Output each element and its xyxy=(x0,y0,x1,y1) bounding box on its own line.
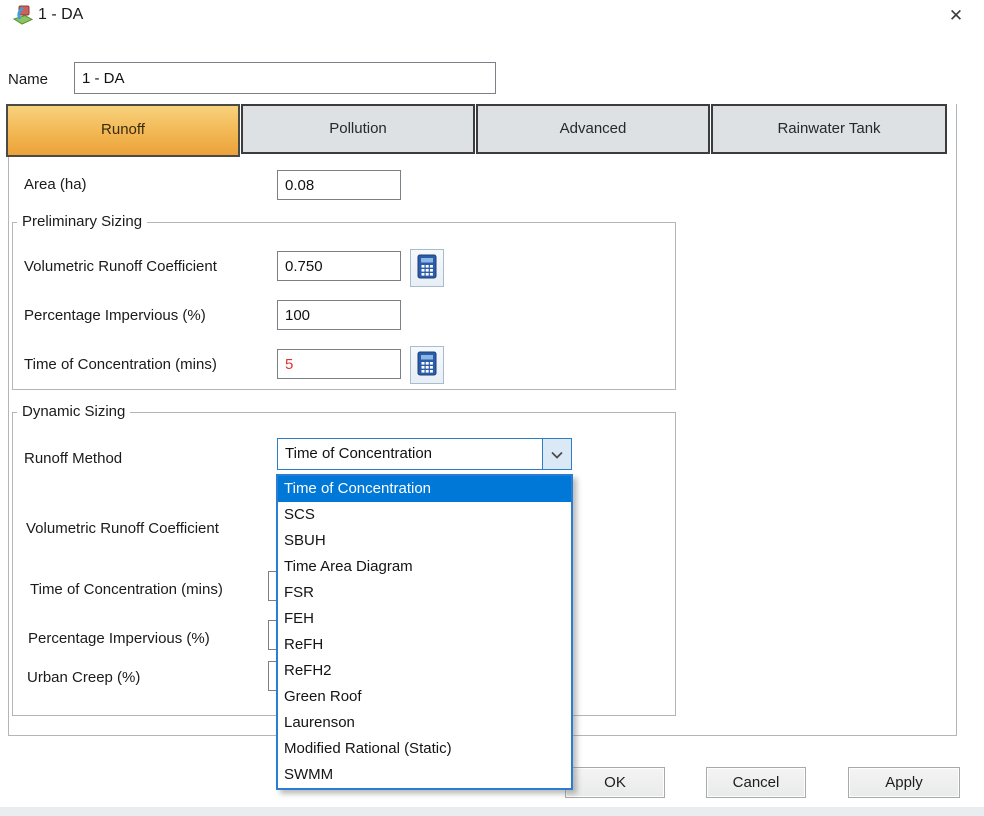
dropdown-option[interactable]: Laurenson xyxy=(278,710,571,736)
runoff-method-selected-value: Time of Concentration xyxy=(285,445,433,462)
dynamic-sizing-legend: Dynamic Sizing xyxy=(17,403,131,420)
urban-creep-label: Urban Creep (%) xyxy=(27,669,141,686)
dropdown-option[interactable]: SCS xyxy=(278,502,571,528)
time-of-concentration-input[interactable] xyxy=(277,349,401,379)
tab-advanced[interactable]: Advanced xyxy=(476,104,710,154)
tab-rainwater-tank[interactable]: Rainwater Tank xyxy=(711,104,947,154)
area-input[interactable] xyxy=(277,170,401,200)
cancel-button[interactable]: Cancel xyxy=(706,767,806,798)
name-input[interactable] xyxy=(74,62,496,94)
dropdown-option[interactable]: SWMM xyxy=(278,762,571,788)
dynamic-time-of-concentration-label: Time of Concentration (mins) xyxy=(30,581,223,598)
name-label: Name xyxy=(8,71,49,88)
time-of-concentration-label: Time of Concentration (mins) xyxy=(24,356,217,373)
dialog-window: { "window": { "title": "1 - DA", "close_… xyxy=(0,0,984,816)
dynamic-percentage-impervious-label: Percentage Impervious (%) xyxy=(28,630,210,647)
calculator-icon xyxy=(417,254,437,283)
combobox-dropdown-button[interactable] xyxy=(542,439,571,469)
preliminary-sizing-legend: Preliminary Sizing xyxy=(17,213,148,230)
percentage-impervious-label: Percentage Impervious (%) xyxy=(24,307,206,324)
window-bottom-edge xyxy=(0,807,984,816)
tab-runoff[interactable]: Runoff xyxy=(6,104,240,157)
chevron-down-icon xyxy=(551,446,563,463)
percentage-impervious-input[interactable] xyxy=(277,300,401,330)
ok-button[interactable]: OK xyxy=(565,767,665,798)
dropdown-option[interactable]: Time Area Diagram xyxy=(278,554,571,580)
dropdown-option[interactable]: Modified Rational (Static) xyxy=(278,736,571,762)
dropdown-option[interactable]: Time of Concentration xyxy=(278,476,571,502)
dropdown-option[interactable]: FEH xyxy=(278,606,571,632)
calculator-icon xyxy=(417,351,437,380)
dropdown-option[interactable]: ReFH2 xyxy=(278,658,571,684)
calculator-button[interactable] xyxy=(410,346,444,384)
dropdown-option[interactable]: ReFH xyxy=(278,632,571,658)
app-icon xyxy=(12,5,34,27)
runoff-method-combobox[interactable]: Time of Concentration xyxy=(277,438,572,470)
apply-button[interactable]: Apply xyxy=(848,767,960,798)
tab-pollution[interactable]: Pollution xyxy=(241,104,475,154)
dropdown-option[interactable]: Green Roof xyxy=(278,684,571,710)
runoff-method-label: Runoff Method xyxy=(24,450,123,467)
dynamic-volumetric-runoff-coefficient-label: Volumetric Runoff Coefficient xyxy=(26,520,219,537)
area-label: Area (ha) xyxy=(24,176,87,193)
volumetric-runoff-coefficient-input[interactable] xyxy=(277,251,401,281)
runoff-method-dropdown-list: Time of Concentration SCS SBUH Time Area… xyxy=(276,474,573,790)
calculator-button[interactable] xyxy=(410,249,444,287)
dropdown-option[interactable]: SBUH xyxy=(278,528,571,554)
window-title: 1 - DA xyxy=(38,6,84,23)
dropdown-option[interactable]: FSR xyxy=(278,580,571,606)
close-icon[interactable]: ✕ xyxy=(941,3,971,29)
volumetric-runoff-coefficient-label: Volumetric Runoff Coefficient xyxy=(24,258,217,275)
